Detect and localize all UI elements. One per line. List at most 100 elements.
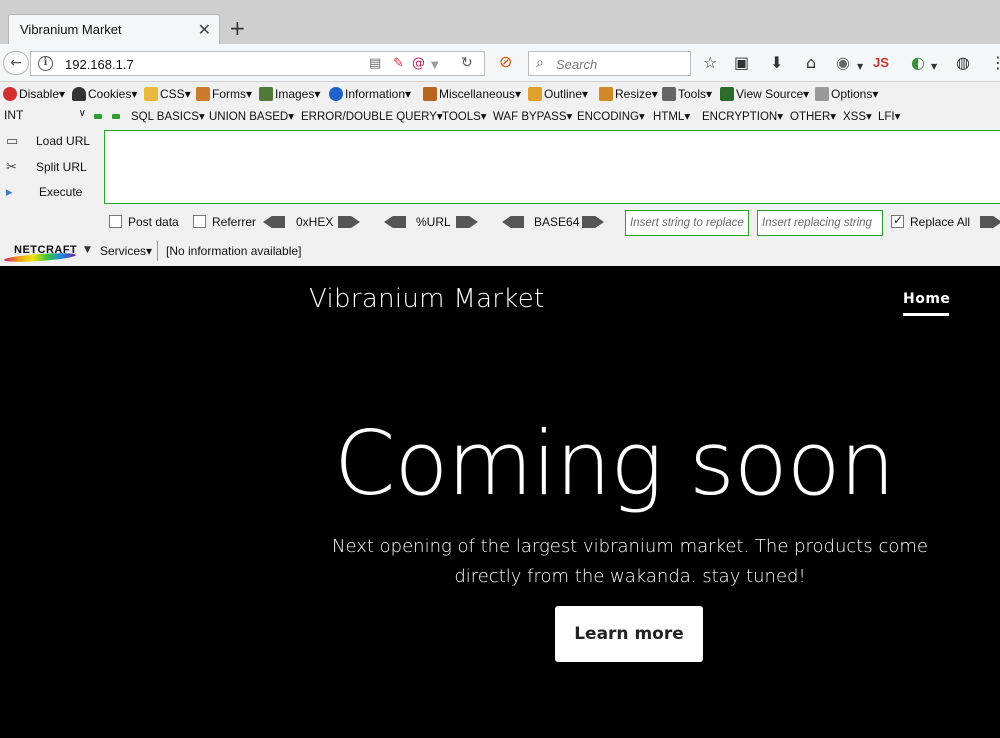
browser-window: Vibranium Market ✕ + ← i 192.168.1.7 ▤ ✎… (0, 0, 1000, 738)
minus-icon[interactable] (94, 114, 102, 119)
bookmark-star-icon[interactable]: ☆ (703, 54, 717, 72)
menu-outline[interactable]: Outline▾ (528, 87, 588, 101)
search-icon: ⌕ (536, 55, 544, 71)
reload-icon[interactable]: ↻ (461, 56, 473, 71)
palette-icon[interactable]: ◍ (956, 54, 970, 72)
url-bar[interactable]: i 192.168.1.7 ▤ ✎ @ ▼ ↻ (30, 51, 485, 76)
css-icon (144, 87, 158, 101)
website-viewport: Vibranium Market Home Coming soon Next o… (0, 266, 1000, 738)
menu-view-source[interactable]: View Source▾ (720, 87, 809, 101)
netcraft-dropdown-icon[interactable]: ▼ (84, 245, 91, 255)
tools-icon (662, 87, 676, 101)
hex-encode-arrow-icon[interactable] (338, 216, 360, 228)
menu-tools-sql[interactable]: TOOLS▾ (442, 109, 487, 123)
replace-all-checkbox[interactable] (891, 213, 904, 228)
menu-html[interactable]: HTML▾ (653, 109, 690, 123)
home-icon[interactable]: ⌂ (806, 54, 816, 72)
chevron-down-icon: ∨ (78, 108, 86, 119)
hex-decode-arrow-icon[interactable] (263, 216, 285, 228)
outline-icon (528, 87, 542, 101)
url-dropdown-icon[interactable]: ▼ (431, 58, 439, 73)
post-data-checkbox[interactable] (109, 215, 122, 228)
back-button[interactable]: ← (3, 51, 29, 75)
translate-icon[interactable]: ◐ (911, 54, 925, 72)
base64-label: BASE64 (534, 215, 580, 229)
site-info-icon[interactable]: i (38, 56, 53, 71)
library-icon[interactable]: ▣ (734, 54, 749, 72)
url-encoding-label: %URL (416, 215, 451, 229)
hero-title: Coming soon (334, 412, 895, 515)
menu-css[interactable]: CSS▾ (144, 87, 191, 101)
disable-icon (3, 87, 17, 101)
extension-dropdown-icon[interactable]: ▼ (857, 58, 863, 76)
replacing-string-input[interactable]: Insert replacing string (757, 210, 883, 236)
nav-active-underline (903, 313, 949, 316)
url-decode-arrow-icon[interactable] (384, 216, 406, 228)
web-developer-toolbar: Disable▾ Cookies▾ CSS▾ Forms▾ Images▾ In… (0, 85, 1000, 105)
int-select[interactable]: INT ∨ (4, 108, 86, 125)
hex-label: 0xHEX (296, 215, 334, 229)
menu-forms[interactable]: Forms▾ (196, 87, 252, 101)
translate-dropdown-icon[interactable]: ▼ (931, 58, 937, 76)
load-url-button[interactable]: ▭ Load URL (4, 132, 100, 150)
search-input[interactable]: Search (556, 57, 597, 72)
download-icon[interactable]: ⬇ (770, 54, 783, 72)
menu-resize[interactable]: Resize▾ (599, 87, 658, 101)
url-encode-arrow-icon[interactable] (456, 216, 478, 228)
view-source-icon (720, 87, 734, 101)
tab-title: Vibranium Market (20, 22, 122, 37)
menu-error-double-query[interactable]: ERROR/DOUBLE QUERY▾ (301, 109, 443, 123)
url-input[interactable]: 192.168.1.7 (65, 57, 134, 72)
execute-play-icon: ▸ (6, 184, 13, 199)
execute-button[interactable]: ▸ Execute (4, 183, 100, 201)
menu-lfi[interactable]: LFI▾ (878, 109, 900, 123)
menu-tools[interactable]: Tools▾ (662, 87, 712, 101)
nav-link-home[interactable]: Home (903, 291, 950, 307)
toolbar-area: Disable▾ Cookies▾ CSS▾ Forms▾ Images▾ In… (0, 82, 1000, 266)
netcraft-services-menu[interactable]: Services▾ (100, 244, 152, 258)
site-brand[interactable]: Vibranium Market (309, 284, 545, 314)
hackbar-options-row: Post data Referrer 0xHEX %URL BASE64 Ins… (0, 210, 1000, 236)
menu-icon[interactable]: ⋮ (990, 54, 1000, 72)
menu-options[interactable]: Options▾ (815, 87, 878, 101)
tab-close-icon[interactable]: ✕ (198, 20, 211, 39)
menu-disable[interactable]: Disable▾ (3, 87, 65, 101)
menu-information[interactable]: Information▾ (329, 87, 411, 101)
back-arrow-icon: ← (10, 55, 22, 71)
tab-active[interactable]: Vibranium Market ✕ (8, 14, 220, 44)
split-url-button[interactable]: ✂ Split URL (4, 158, 100, 176)
base64-encode-arrow-icon[interactable] (582, 216, 604, 228)
post-data-label: Post data (128, 215, 179, 229)
menu-miscellaneous[interactable]: Miscellaneous▾ (423, 87, 521, 101)
menu-other[interactable]: OTHER▾ (790, 109, 836, 123)
extension-globe-icon[interactable]: ◉ (836, 54, 850, 72)
learn-more-button[interactable]: Learn more (555, 606, 703, 662)
js-toggle[interactable]: JS (873, 55, 889, 70)
replace-go-arrow-icon[interactable] (980, 216, 1000, 228)
referrer-checkbox[interactable] (193, 215, 206, 228)
netcraft-toolbar: NETCRAFT ▼ Services▾ [No information ava… (0, 238, 1000, 266)
hackbar-url-textarea[interactable] (104, 130, 1000, 204)
plus-icon[interactable] (112, 114, 120, 119)
miscellaneous-icon (423, 87, 437, 101)
menu-xss[interactable]: XSS▾ (843, 109, 872, 123)
navigation-bar: ← i 192.168.1.7 ▤ ✎ @ ▼ ↻ ⊘ ⌕ Search ☆ ▣… (0, 44, 1000, 82)
menu-sql-basics[interactable]: SQL BASICS▾ (131, 109, 205, 123)
search-bar[interactable]: ⌕ Search (528, 51, 691, 76)
debian-swirl-icon[interactable]: @ (412, 56, 425, 71)
netcraft-logo[interactable]: NETCRAFT (3, 242, 78, 264)
replace-all-label: Replace All (910, 215, 971, 229)
pen-icon[interactable]: ✎ (393, 56, 404, 71)
replace-string-input[interactable]: Insert string to replace (625, 210, 749, 236)
menu-images[interactable]: Images▾ (259, 87, 320, 101)
menu-union-based[interactable]: UNION BASED▾ (209, 109, 294, 123)
menu-waf-bypass[interactable]: WAF BYPASS▾ (493, 109, 572, 123)
base64-decode-arrow-icon[interactable] (502, 216, 524, 228)
new-tab-button[interactable]: + (229, 17, 246, 39)
menu-encoding[interactable]: ENCODING▾ (577, 109, 645, 123)
reader-icon[interactable]: ▤ (369, 56, 381, 71)
menu-cookies[interactable]: Cookies▾ (72, 87, 137, 101)
menu-encryption[interactable]: ENCRYPTION▾ (702, 109, 783, 123)
block-icon[interactable]: ⊘ (499, 53, 512, 71)
referrer-label: Referrer (212, 215, 257, 229)
